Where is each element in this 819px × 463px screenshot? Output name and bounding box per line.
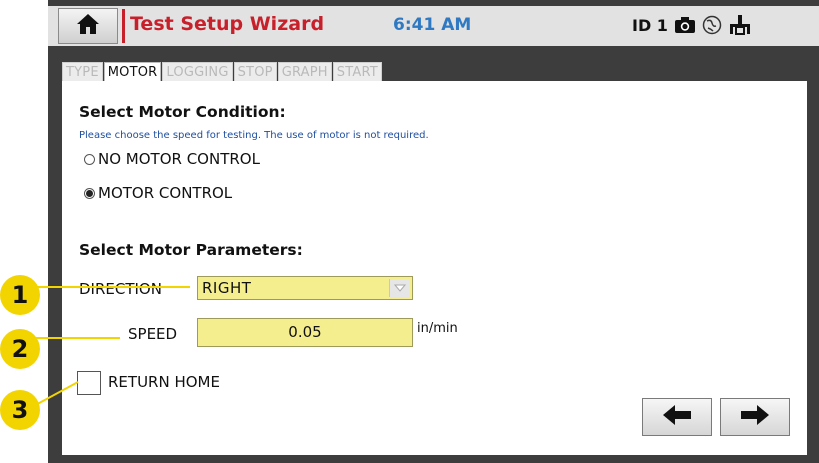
tab-motor[interactable]: MOTOR (103, 62, 162, 81)
direction-value: RIGHT (202, 279, 252, 297)
home-icon (76, 13, 100, 39)
return-home-checkbox[interactable] (77, 371, 101, 395)
radio-motor-control[interactable]: MOTOR CONTROL (84, 184, 232, 202)
title-accent-bar (122, 9, 125, 43)
speed-input[interactable]: 0.05 (197, 318, 413, 347)
back-button[interactable] (642, 398, 712, 436)
tab-logging[interactable]: LOGGING (162, 62, 233, 81)
tab-graph[interactable]: GRAPH (277, 62, 332, 81)
home-button[interactable] (58, 8, 118, 44)
tab-stop[interactable]: STOP (233, 62, 277, 81)
direction-select[interactable]: RIGHT (197, 276, 413, 300)
arrow-right-icon (740, 404, 770, 430)
tab-start[interactable]: START (332, 62, 382, 81)
radio-button[interactable] (84, 153, 95, 165)
direction-label: DIRECTION (79, 280, 162, 298)
callout-badge-1: 1 (0, 275, 40, 315)
wizard-tabs: TYPE MOTOR LOGGING STOP GRAPH START (62, 62, 383, 81)
callout-badge-2: 2 (0, 329, 40, 369)
return-home-label: RETURN HOME (108, 373, 220, 391)
clock: 6:41 AM (393, 15, 472, 35)
chevron-down-icon[interactable] (389, 279, 410, 297)
status-area: ID 1 (632, 12, 752, 38)
callout-badge-3: 3 (0, 390, 40, 430)
next-button[interactable] (720, 398, 790, 436)
callout-1-line (30, 286, 190, 288)
radio-label: NO MOTOR CONTROL (98, 150, 260, 168)
callout-2-line (30, 337, 120, 339)
usb-icon[interactable] (728, 14, 752, 36)
network-icon[interactable] (702, 15, 722, 35)
motor-parameters-heading: Select Motor Parameters: (79, 241, 303, 259)
radio-button-selected[interactable] (84, 187, 95, 199)
motor-condition-heading: Select Motor Condition: (79, 103, 286, 121)
radio-no-motor-control[interactable]: NO MOTOR CONTROL (84, 150, 260, 168)
camera-icon[interactable] (674, 16, 696, 34)
device-id: ID 1 (632, 15, 668, 35)
arrow-left-icon (662, 404, 692, 430)
speed-label: SPEED (128, 325, 178, 343)
page-title: Test Setup Wizard (130, 13, 325, 35)
tab-type[interactable]: TYPE (62, 62, 103, 81)
radio-label: MOTOR CONTROL (98, 184, 233, 202)
motor-condition-subtext: Please choose the speed for testing. The… (79, 130, 429, 141)
speed-unit: in/min (417, 321, 458, 336)
